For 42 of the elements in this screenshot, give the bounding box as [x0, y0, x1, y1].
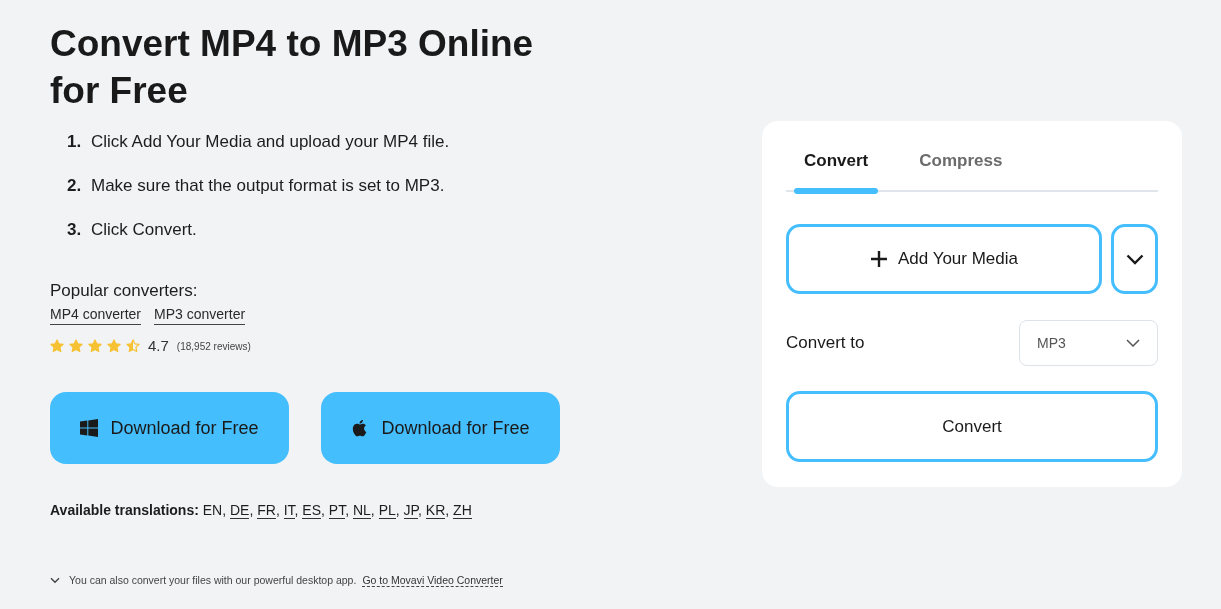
star-icon	[107, 339, 121, 353]
windows-icon	[80, 419, 99, 437]
chevron-icon	[1126, 339, 1140, 347]
dropdown-button[interactable]	[1111, 224, 1158, 294]
panel-tab[interactable]: Convert	[794, 149, 879, 194]
language-link[interactable]: IT	[283, 502, 295, 519]
current-language: EN	[202, 502, 223, 518]
rating-score: 4.7	[148, 335, 169, 356]
language-link[interactable]: PT	[328, 502, 346, 519]
star-icon	[88, 339, 102, 353]
footer-note: You can also convert your files with our powerful desktop app. Go to Movavi Video Converter	[69, 573, 503, 588]
popular-label: Popular converters:	[50, 280, 198, 302]
star-icon	[69, 339, 83, 353]
translations-text: Available translations: EN, DE, FR, IT, ES, PT, NL, PL, JP, KR, ZH	[50, 501, 472, 520]
star-icon	[50, 339, 64, 353]
movavi-link[interactable]: Go to Movavi Video Converter	[362, 574, 503, 587]
panel-tab[interactable]: Compress	[909, 149, 1013, 194]
chevron-icon	[1125, 253, 1144, 265]
format-dropdown[interactable]: MP3	[1019, 320, 1158, 366]
step-text: Click Add Your Media and upload your MP4 file.	[91, 131, 450, 153]
language-link[interactable]: NL	[352, 502, 371, 519]
convert-button[interactable]: Convert	[786, 391, 1158, 462]
language-link[interactable]: ZH	[453, 502, 472, 519]
step-number: 2.	[67, 175, 83, 197]
download-button[interactable]: Download for Free	[50, 392, 289, 464]
step-number: 1.	[67, 131, 83, 153]
plus-icon	[869, 250, 888, 268]
review-count: (18,952 reviews)	[176, 339, 251, 354]
step-text: Click Convert.	[91, 219, 197, 241]
step-number: 3.	[67, 219, 83, 241]
language-link[interactable]: JP	[403, 502, 419, 519]
converter-link[interactable]: MP4 converter	[50, 305, 142, 325]
chevron-icon	[50, 576, 60, 584]
converter-link[interactable]: MP3 converter	[154, 305, 246, 325]
page-heading: Convert MP4 to MP3 Online for Free	[50, 22, 535, 113]
language-link[interactable]: PL	[378, 502, 396, 519]
convert-to-label: Convert to	[786, 332, 865, 355]
language-link[interactable]: FR	[257, 502, 276, 519]
download-button[interactable]: Download for Free	[321, 392, 560, 464]
star-icon	[126, 339, 140, 353]
step-text: Make sure that the output format is set to MP3.	[91, 175, 445, 197]
add-media-button[interactable]: Add Your Media	[786, 224, 1102, 294]
